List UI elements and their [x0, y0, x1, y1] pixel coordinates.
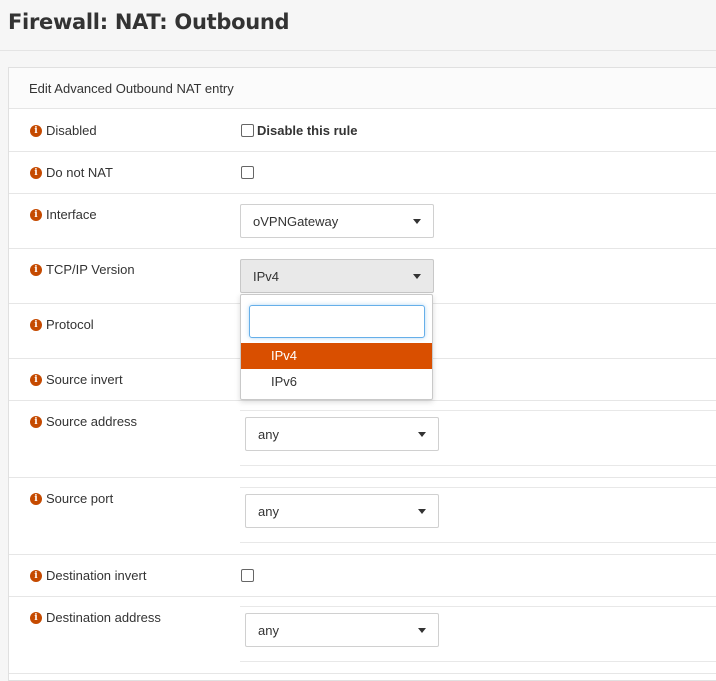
row-do-not-nat: i Do not NAT: [9, 152, 716, 194]
page-title: Firewall: NAT: Outbound: [8, 10, 290, 34]
title-divider: [0, 50, 716, 51]
panel-header: Edit Advanced Outbound NAT entry: [9, 68, 716, 109]
tcpip-version-dropdown: IPv4 IPv6: [240, 294, 433, 400]
interface-select-value: oVPNGateway: [253, 214, 339, 229]
source-address-select-value: any: [258, 427, 279, 442]
info-icon[interactable]: i: [30, 263, 42, 276]
chevron-down-icon: [418, 432, 426, 437]
source-port-select[interactable]: any: [245, 494, 439, 528]
chevron-down-icon: [418, 509, 426, 514]
row-source-port: i Source port any: [9, 478, 716, 555]
info-icon[interactable]: i: [30, 373, 42, 386]
source-address-label: Source address: [46, 414, 138, 429]
interface-label: Interface: [46, 207, 97, 222]
destination-address-label: Destination address: [46, 610, 161, 625]
tcpip-version-select-value: IPv4: [253, 269, 280, 284]
info-icon[interactable]: i: [30, 415, 42, 428]
row-disabled: i Disabled Disable this rule: [9, 110, 716, 152]
destination-address-select-value: any: [258, 623, 279, 638]
dropdown-option-ipv6[interactable]: IPv6: [241, 369, 432, 395]
dropdown-search-input[interactable]: [249, 305, 425, 338]
source-port-select-value: any: [258, 504, 279, 519]
disable-rule-checkbox-label[interactable]: Disable this rule: [257, 123, 357, 138]
info-icon[interactable]: i: [30, 569, 42, 582]
tcpip-version-select[interactable]: IPv4: [240, 259, 434, 293]
interface-select[interactable]: oVPNGateway: [240, 204, 434, 238]
destination-invert-label: Destination invert: [46, 568, 147, 583]
source-address-select[interactable]: any: [245, 417, 439, 451]
info-icon[interactable]: i: [30, 611, 42, 624]
info-icon[interactable]: i: [30, 208, 42, 221]
info-icon[interactable]: i: [30, 492, 42, 505]
do-not-nat-checkbox[interactable]: [241, 166, 254, 179]
disabled-label: Disabled: [46, 123, 97, 138]
destination-invert-checkbox[interactable]: [241, 569, 254, 582]
disable-rule-checkbox[interactable]: [241, 124, 254, 137]
dropdown-option-ipv4[interactable]: IPv4: [241, 343, 432, 369]
source-port-label: Source port: [46, 491, 114, 506]
row-destination-invert: i Destination invert: [9, 555, 716, 597]
tcpip-version-label: TCP/IP Version: [46, 262, 135, 277]
chevron-down-icon: [418, 628, 426, 633]
row-source-address: i Source address any: [9, 401, 716, 478]
info-icon[interactable]: i: [30, 318, 42, 331]
chevron-down-icon: [413, 219, 421, 224]
do-not-nat-label: Do not NAT: [46, 165, 113, 180]
destination-address-select[interactable]: any: [245, 613, 439, 647]
info-icon[interactable]: i: [30, 124, 42, 137]
source-invert-label: Source invert: [46, 372, 123, 387]
row-destination-address: i Destination address any: [9, 597, 716, 674]
protocol-label: Protocol: [46, 317, 94, 332]
info-icon[interactable]: i: [30, 166, 42, 179]
panel-header-title: Edit Advanced Outbound NAT entry: [29, 81, 234, 96]
row-interface: i Interface oVPNGateway: [9, 194, 716, 249]
chevron-down-icon: [413, 274, 421, 279]
